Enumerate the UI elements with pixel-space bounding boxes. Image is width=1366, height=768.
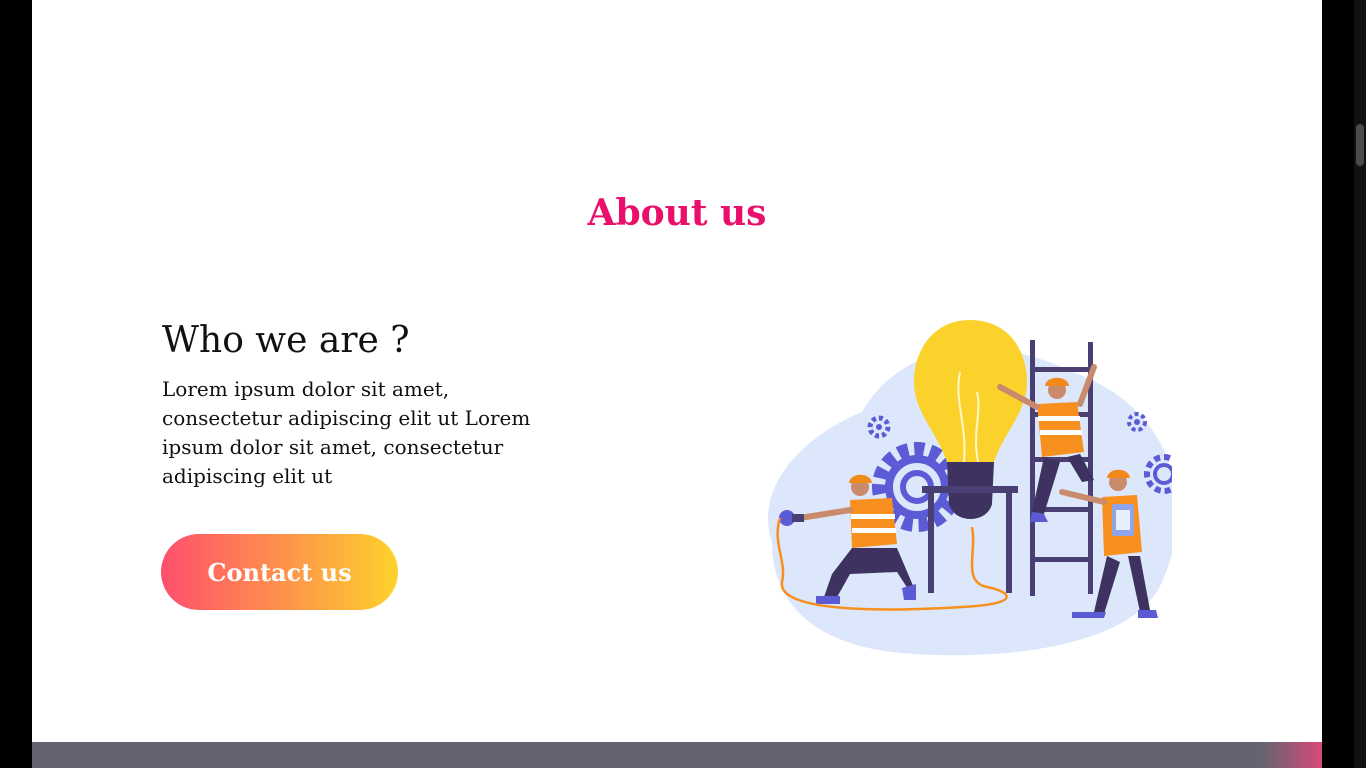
workers-lightbulb-illustration: [768, 320, 1172, 656]
section-title: About us: [587, 192, 767, 234]
who-we-are-heading: Who we are ?: [162, 320, 410, 361]
page-content: About us Who we are ? Lorem ipsum dolor …: [32, 0, 1322, 742]
about-description: Lorem ipsum dolor sit amet, consectetur …: [162, 377, 531, 488]
footer-bar: [32, 742, 1322, 768]
scrollbar[interactable]: [1354, 0, 1366, 768]
contact-us-button[interactable]: Contact us: [161, 534, 398, 610]
scrollbar-thumb[interactable]: [1356, 124, 1364, 166]
footer-accent: [1262, 742, 1322, 768]
